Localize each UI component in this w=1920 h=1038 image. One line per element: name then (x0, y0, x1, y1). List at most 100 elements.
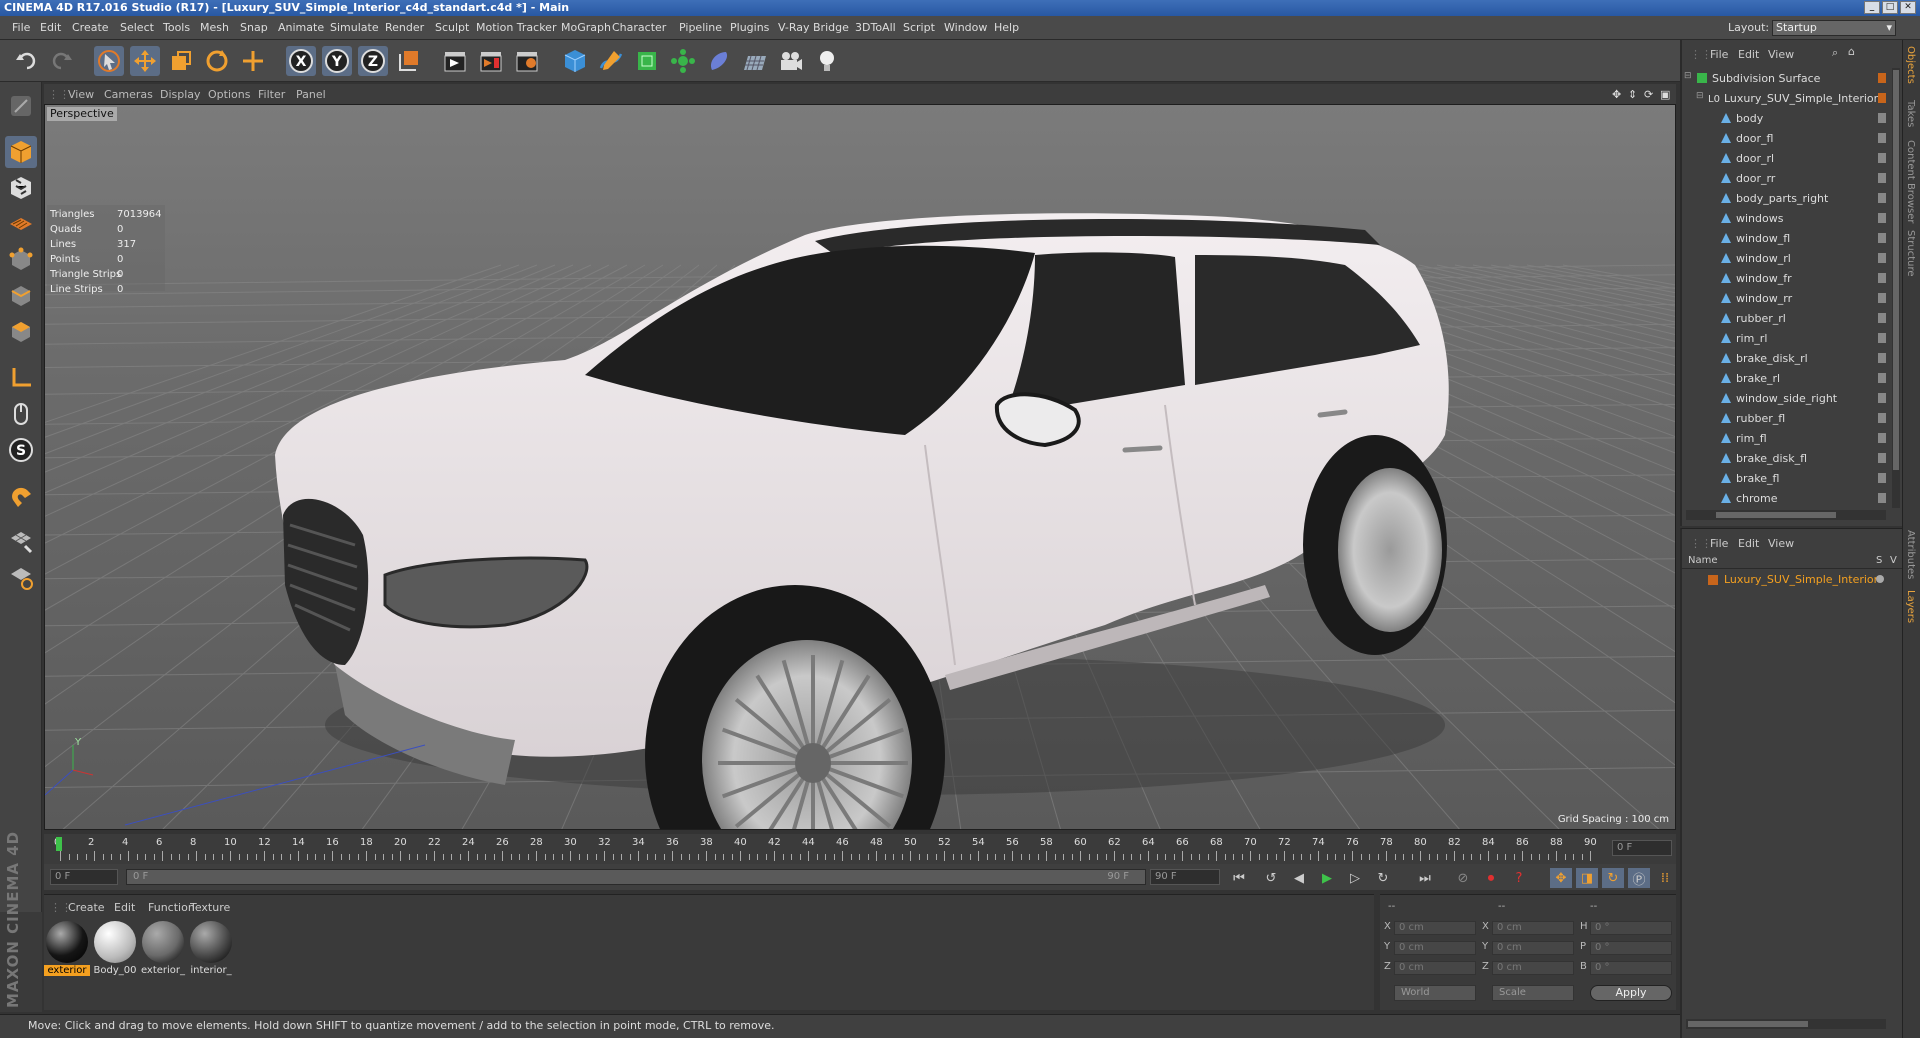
object-row[interactable]: ⊟ L0 Luxury_SUV_Simple_Interior (1682, 88, 1886, 108)
menu-3dtoall[interactable]: 3DToAll (855, 21, 896, 34)
side-tab-structure[interactable]: Structure (1905, 230, 1916, 277)
magnet-button[interactable] (5, 480, 37, 512)
side-tab-takes[interactable]: Takes (1905, 100, 1916, 127)
menu-motion-tracker[interactable]: Motion Tracker (476, 21, 556, 34)
object-row[interactable]: window_rl (1682, 248, 1886, 268)
viewport-rotate-icon[interactable]: ⟳ (1644, 88, 1653, 101)
layer-row[interactable]: Luxury_SUV_Simple_Interior (1682, 571, 1902, 589)
object-visibility-icon[interactable] (1878, 193, 1886, 203)
material-menu-edit[interactable]: Edit (114, 901, 135, 914)
make-editable-button[interactable] (5, 90, 37, 122)
menu-render[interactable]: Render (385, 21, 424, 34)
locked-workplane-button[interactable] (5, 562, 37, 594)
menu-select[interactable]: Select (120, 21, 154, 34)
menu-window[interactable]: Window (944, 21, 987, 34)
coord-size-field[interactable]: 0 cm (1492, 921, 1574, 935)
viewport-move-icon[interactable]: ✥ (1612, 88, 1621, 101)
object-visibility-icon[interactable] (1878, 113, 1886, 123)
object-row[interactable]: window_rr (1682, 288, 1886, 308)
last-tool-button[interactable] (238, 46, 268, 76)
menu-tools[interactable]: Tools (163, 21, 190, 34)
object-row[interactable]: brake_fl (1682, 468, 1886, 488)
object-visibility-icon[interactable] (1878, 93, 1886, 103)
object-visibility-icon[interactable] (1878, 213, 1886, 223)
points-mode-button[interactable] (5, 244, 37, 276)
frame-range-slider[interactable]: 0 F 90 F (126, 869, 1146, 885)
start-frame-field[interactable]: 0 F (50, 869, 118, 885)
object-row[interactable]: body (1682, 108, 1886, 128)
pen-spline-button[interactable] (596, 46, 626, 76)
side-tab-attributes[interactable]: Attributes (1905, 530, 1916, 579)
object-visibility-icon[interactable] (1878, 173, 1886, 183)
rotate-button[interactable] (202, 46, 232, 76)
layer-solo-dot[interactable] (1876, 575, 1884, 583)
timeline-ruler[interactable]: 0246810121416182022242628303234363840424… (52, 837, 1612, 861)
object-visibility-icon[interactable] (1878, 453, 1886, 463)
render-view-button[interactable] (440, 46, 470, 76)
viewport[interactable]: Y Perspective Triangles 7013964 Quads 0 Line… (44, 104, 1676, 830)
x-axis-button[interactable]: X (286, 46, 316, 76)
object-row[interactable]: window_side_right (1682, 388, 1886, 408)
y-axis-button[interactable]: Y (322, 46, 352, 76)
object-visibility-icon[interactable] (1878, 333, 1886, 343)
menu-mograph[interactable]: MoGraph (561, 21, 611, 34)
playhead[interactable] (56, 837, 62, 851)
viewport-menu-view[interactable]: View (68, 88, 94, 101)
object-visibility-icon[interactable] (1878, 273, 1886, 283)
object-row[interactable]: rim_fl (1682, 428, 1886, 448)
material-swatch[interactable] (46, 921, 88, 963)
layer-menu-file[interactable]: File (1710, 537, 1728, 550)
object-row[interactable]: brake_rl (1682, 368, 1886, 388)
axis-mode-button[interactable] (5, 362, 37, 394)
menu-v-ray-bridge[interactable]: V-Ray Bridge (778, 21, 849, 34)
search-icon[interactable]: ⌕ (1832, 46, 1838, 60)
object-visibility-icon[interactable] (1878, 253, 1886, 263)
menu-animate[interactable]: Animate (278, 21, 324, 34)
layer-menu-view[interactable]: View (1768, 537, 1794, 550)
next-key-button[interactable]: ↻ (1372, 868, 1394, 888)
goto-end-button[interactable]: ⏭ (1414, 868, 1436, 888)
object-row[interactable]: windows (1682, 208, 1886, 228)
material-swatch[interactable] (94, 921, 136, 963)
object-row[interactable]: door_rl (1682, 148, 1886, 168)
edges-mode-button[interactable] (5, 280, 37, 312)
coord-system-select[interactable]: World (1394, 985, 1476, 1001)
edit-render-settings-button[interactable] (512, 46, 542, 76)
viewport-zoom-icon[interactable]: ⇕ (1628, 88, 1637, 101)
menu-script[interactable]: Script (903, 21, 935, 34)
coord-rot-field[interactable]: 0 ° (1590, 961, 1672, 975)
side-tab-layers[interactable]: Layers (1905, 590, 1916, 623)
object-visibility-icon[interactable] (1878, 413, 1886, 423)
key-parameter-button[interactable]: Ⓟ (1628, 868, 1650, 888)
object-visibility-icon[interactable] (1878, 233, 1886, 243)
home-icon[interactable]: ⌂ (1848, 45, 1855, 58)
end-frame-field[interactable]: 90 F (1150, 869, 1220, 885)
coord-rot-field[interactable]: 0 ° (1590, 941, 1672, 955)
object-menu-view[interactable]: View (1768, 48, 1794, 61)
coord-rot-field[interactable]: 0 ° (1590, 921, 1672, 935)
camera-button[interactable] (776, 46, 806, 76)
autokey-button[interactable]: ⏺ (1480, 868, 1502, 888)
menu-mesh[interactable]: Mesh (200, 21, 229, 34)
prev-key-button[interactable]: ↺ (1260, 868, 1282, 888)
redo-button[interactable] (46, 46, 76, 76)
snap-button[interactable]: S (5, 434, 37, 466)
object-visibility-icon[interactable] (1878, 353, 1886, 363)
key-rotation-button[interactable]: ↻ (1602, 868, 1624, 888)
object-menu-edit[interactable]: Edit (1738, 48, 1759, 61)
menu-snap[interactable]: Snap (240, 21, 268, 34)
object-row[interactable]: brake_disk_fl (1682, 448, 1886, 468)
menu-pipeline[interactable]: Pipeline (679, 21, 722, 34)
z-axis-button[interactable]: Z (358, 46, 388, 76)
material-name[interactable]: exterior (44, 965, 90, 976)
object-row[interactable]: ⊟ Subdivision Surface (1682, 68, 1886, 88)
object-row[interactable]: rubber_fl (1682, 408, 1886, 428)
side-tab-content-browser[interactable]: Content Browser (1905, 140, 1916, 223)
next-frame-button[interactable]: ▷ (1344, 868, 1366, 888)
menu-character[interactable]: Character (612, 21, 666, 34)
viewport-menu-filter[interactable]: Filter (258, 88, 285, 101)
cube-button[interactable] (560, 46, 590, 76)
material-menu-create[interactable]: Create (68, 901, 105, 914)
light-button[interactable] (812, 46, 842, 76)
key-position-button[interactable]: ✥ (1550, 868, 1572, 888)
